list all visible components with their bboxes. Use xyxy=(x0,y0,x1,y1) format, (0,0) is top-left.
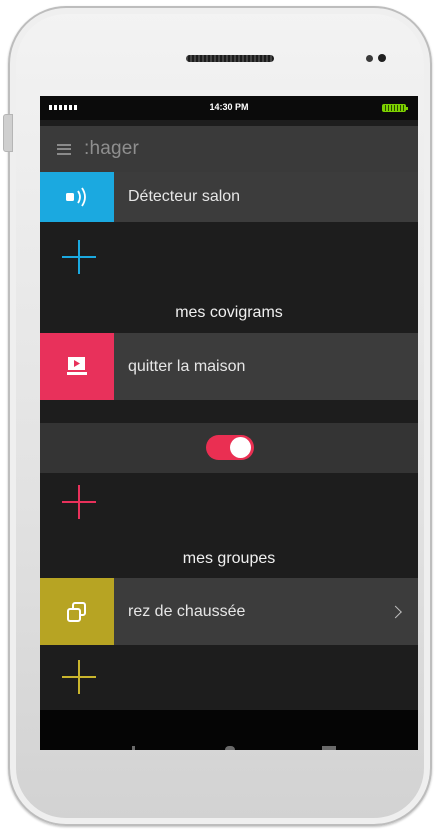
bottom-nav-bar xyxy=(40,710,418,750)
hager-logo: :hager xyxy=(84,138,140,159)
status-bar: 14:30 PM xyxy=(40,96,418,120)
device-row[interactable]: Détecteur salon xyxy=(40,172,418,222)
covigram-toggle[interactable] xyxy=(206,435,254,460)
phone-camera xyxy=(378,54,386,62)
covigram-label: quitter la maison xyxy=(114,333,418,400)
chevron-right-icon[interactable] xyxy=(389,605,402,618)
app-screen: 14:30 PM :hager Détecteur salon mes covi… xyxy=(40,96,418,750)
nav-icon-1[interactable] xyxy=(132,746,135,750)
battery-icon xyxy=(382,104,408,112)
phone-chin xyxy=(26,752,418,816)
groups-title: mes groupes xyxy=(182,550,276,567)
group-label-text: rez de chaussée xyxy=(128,602,246,620)
group-label: rez de chaussée xyxy=(114,578,418,645)
covigram-tile xyxy=(40,333,114,400)
phone-sensor xyxy=(366,55,373,62)
covigram-toggle-band xyxy=(40,423,418,473)
covigram-row[interactable]: quitter la maison xyxy=(40,333,418,400)
group-tile xyxy=(40,578,114,645)
group-row[interactable]: rez de chaussée xyxy=(40,578,418,645)
covigrams-title: mes covigrams xyxy=(175,304,283,321)
play-screen-icon xyxy=(67,356,87,375)
add-group-button[interactable] xyxy=(62,660,96,694)
add-device-button[interactable] xyxy=(62,240,96,274)
phone-speaker xyxy=(186,55,274,62)
status-time: 14:30 PM xyxy=(209,102,249,112)
motion-detector-icon xyxy=(66,187,86,207)
nav-icon-2[interactable] xyxy=(225,746,235,750)
add-covigram-button[interactable] xyxy=(62,485,96,519)
device-tile xyxy=(40,172,114,222)
app-bar: :hager xyxy=(40,126,418,172)
phone-side-button xyxy=(3,114,13,152)
menu-icon[interactable] xyxy=(57,143,71,155)
copy-group-icon xyxy=(67,601,86,622)
nav-icon-3[interactable] xyxy=(322,746,336,750)
device-label: Détecteur salon xyxy=(114,172,418,222)
